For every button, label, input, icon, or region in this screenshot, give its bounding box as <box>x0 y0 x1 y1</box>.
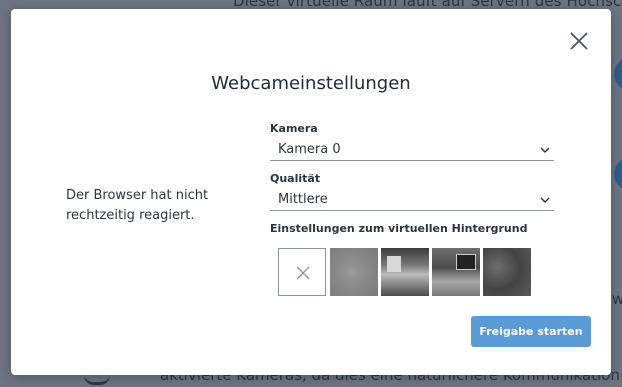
quality-label: Qualität <box>270 172 321 185</box>
camera-select[interactable]: Kamera 0 <box>270 140 554 161</box>
start-sharing-button[interactable]: Freigabe starten <box>471 316 591 347</box>
background-text-right: w <box>612 290 622 308</box>
thumbnail-detail <box>456 254 476 270</box>
background-avatar <box>614 57 622 91</box>
virtual-background-label: Einstellungen zum virtuellen Hintergrund <box>270 222 528 235</box>
close-button[interactable] <box>567 29 591 53</box>
close-icon <box>296 266 310 280</box>
background-option-image-2[interactable] <box>432 248 480 296</box>
chevron-down-icon <box>540 147 550 153</box>
background-avatar <box>614 157 622 191</box>
background-option-image-3[interactable] <box>483 248 531 296</box>
close-icon <box>570 32 588 50</box>
camera-label: Kamera <box>270 122 318 135</box>
background-option-none[interactable] <box>278 248 326 296</box>
quality-select-value: Mittlere <box>278 192 328 207</box>
background-option-blur[interactable] <box>330 248 378 296</box>
camera-select-value: Kamera 0 <box>278 142 341 157</box>
chevron-down-icon <box>540 197 550 203</box>
background-option-image-1[interactable] <box>381 248 429 296</box>
webcam-settings-modal: Webcameinstellungen Der Browser hat nich… <box>11 9 611 375</box>
thumbnail-detail <box>387 256 401 272</box>
modal-title: Webcameinstellungen <box>211 73 411 94</box>
quality-select[interactable]: Mittlere <box>270 190 554 211</box>
error-message: Der Browser hat nicht rechtzeitig reagie… <box>66 188 209 223</box>
